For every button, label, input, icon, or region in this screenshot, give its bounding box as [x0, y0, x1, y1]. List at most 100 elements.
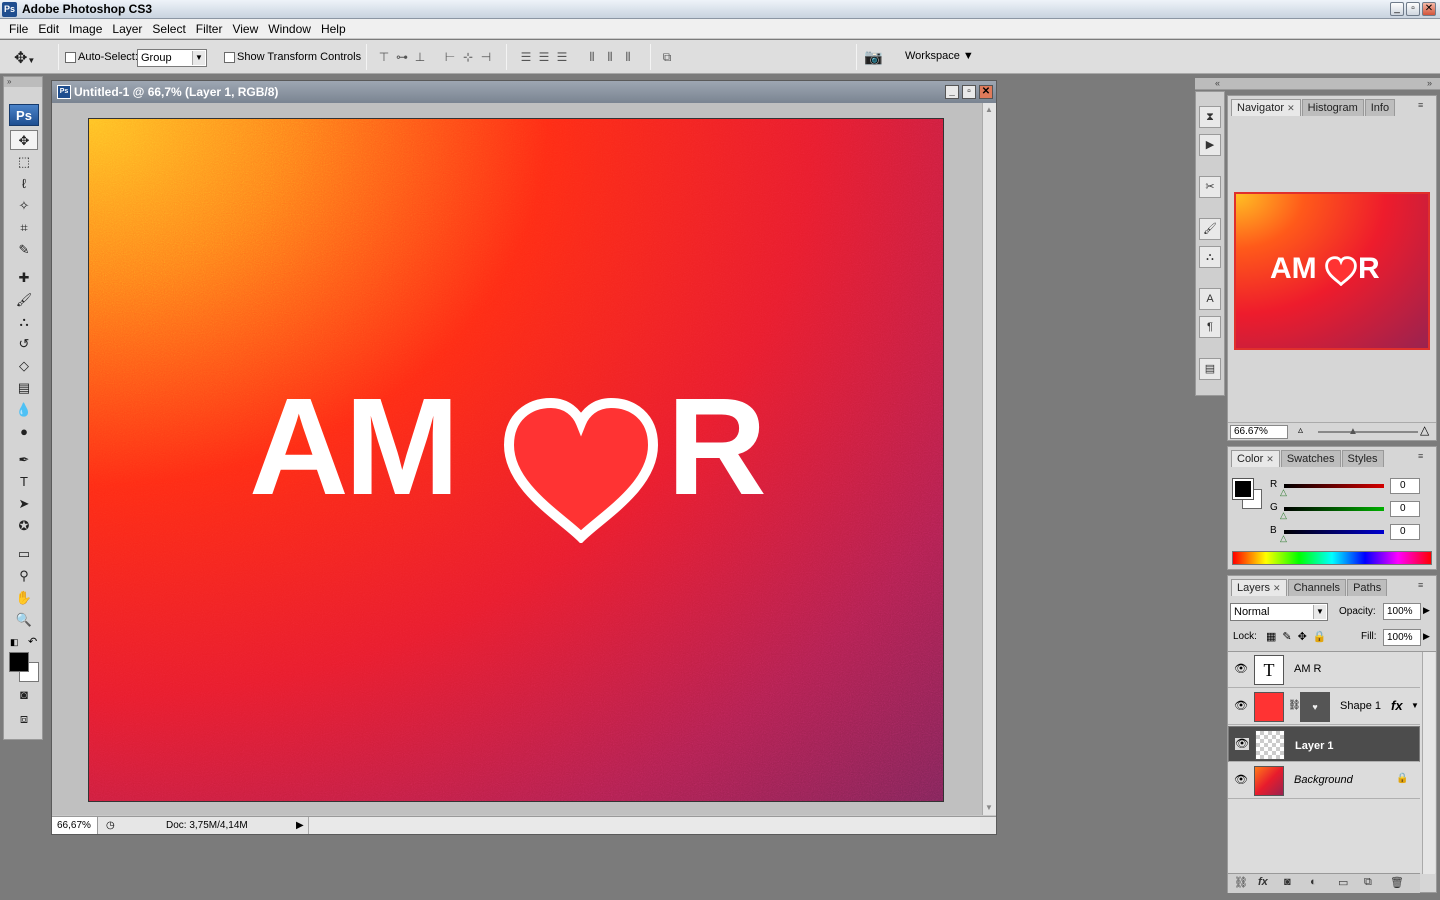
panel-menu-icon[interactable]: ≡	[1418, 580, 1423, 590]
align-hcenter-icon[interactable]: ⊹	[461, 50, 475, 64]
doc-maximize-button[interactable]: ▫	[962, 85, 976, 99]
color-spectrum-bar[interactable]	[1232, 551, 1432, 565]
artwork-canvas[interactable]: AM R	[88, 118, 944, 802]
clone-stamp-tool-icon[interactable]: ⛬	[10, 312, 38, 332]
canvas-area[interactable]: AM R	[52, 103, 982, 815]
tab-channels[interactable]: Channels	[1287, 579, 1347, 596]
close-icon[interactable]: ✕	[1273, 583, 1281, 593]
custom-shape-tool-icon[interactable]: ✪	[10, 516, 38, 536]
auto-select-dropdown[interactable]: Group ▼	[137, 49, 207, 67]
menu-filter[interactable]: Filter	[191, 22, 228, 36]
hand-tool-icon[interactable]: ✋	[10, 588, 38, 608]
lock-icons[interactable]: ▦✎✥🔒	[1266, 630, 1333, 643]
layer-row-shape[interactable]: 👁 ⛓ ♥ Shape 1 fx ▼	[1228, 689, 1420, 725]
slice-tool-icon[interactable]: ✎	[10, 240, 38, 260]
tab-navigator[interactable]: Navigator ✕	[1231, 99, 1301, 116]
menu-edit[interactable]: Edit	[33, 22, 64, 36]
zoom-in-icon[interactable]: △	[1420, 423, 1429, 437]
opacity-arrow-icon[interactable]: ▶	[1423, 605, 1430, 616]
menu-help[interactable]: Help	[316, 22, 351, 36]
close-button[interactable]: ✕	[1422, 2, 1436, 16]
auto-align-layers-icon[interactable]: ⧉	[660, 50, 674, 64]
blur-tool-icon[interactable]: 💧	[10, 400, 38, 420]
navigator-thumbnail[interactable]: AM R	[1234, 192, 1430, 350]
tab-layers[interactable]: Layers ✕	[1231, 579, 1287, 596]
channel-r-slider[interactable]	[1284, 484, 1384, 488]
move-tool-icon[interactable]: ✥	[10, 130, 38, 150]
channel-g-slider[interactable]	[1284, 507, 1384, 511]
tab-info[interactable]: Info	[1364, 99, 1396, 116]
expand-effects-icon[interactable]: ▼	[1411, 701, 1419, 710]
align-top-icon[interactable]: ⊤	[377, 50, 391, 64]
move-tool-preset-icon[interactable]: ✥▼	[14, 48, 35, 68]
align-left-icon[interactable]: ⊢	[443, 50, 457, 64]
new-layer-icon[interactable]: ⧉	[1364, 876, 1372, 889]
menu-file[interactable]: File	[4, 22, 33, 36]
type-tool-icon[interactable]: T	[10, 472, 38, 492]
history-brush-tool-icon[interactable]: ↺	[10, 334, 38, 354]
add-style-icon[interactable]: fx	[1258, 876, 1268, 888]
default-colors-icon[interactable]: ◧	[10, 637, 19, 648]
auto-select-checkbox[interactable]	[65, 52, 76, 63]
bridge-icon[interactable]: 📷	[864, 48, 883, 66]
notes-tool-icon[interactable]: ▭	[10, 544, 38, 564]
zoom-slider[interactable]	[1318, 431, 1418, 433]
tab-styles[interactable]: Styles	[1341, 450, 1384, 467]
distribute-top-icon[interactable]: ☰	[519, 50, 533, 64]
marquee-tool-icon[interactable]: ⬚	[10, 152, 38, 172]
collapse-left-icon[interactable]: «	[1215, 78, 1220, 88]
channel-b-value[interactable]: 0	[1390, 524, 1420, 540]
zoom-out-icon[interactable]: ▵	[1298, 425, 1303, 436]
doc-close-button[interactable]: ✕	[979, 85, 993, 99]
document-title-bar[interactable]: Ps Untitled-1 @ 66,7% (Layer 1, RGB/8) _…	[52, 81, 996, 103]
brushes-panel-icon[interactable]: 🖌	[1199, 218, 1221, 240]
menu-layer[interactable]: Layer	[107, 22, 147, 36]
layer-comps-icon[interactable]: ▤	[1199, 358, 1221, 380]
distribute-right-icon[interactable]: ⦀	[621, 50, 635, 64]
eyedropper-tool-icon[interactable]: ⚲	[10, 566, 38, 586]
actions-panel-icon[interactable]: ▶	[1199, 134, 1221, 156]
menu-select[interactable]: Select	[147, 22, 190, 36]
align-right-icon[interactable]: ⊣	[479, 50, 493, 64]
channel-r-value[interactable]: 0	[1390, 478, 1420, 494]
maximize-button[interactable]: ▫	[1406, 2, 1420, 16]
blend-mode-dropdown[interactable]: Normal ▼	[1230, 603, 1328, 621]
menu-view[interactable]: View	[227, 22, 263, 36]
quick-mask-icon[interactable]: ◙	[10, 685, 38, 705]
close-icon[interactable]: ✕	[1287, 103, 1295, 113]
crop-tool-icon[interactable]: ⌗	[10, 218, 38, 238]
brush-tool-icon[interactable]: 🖌	[10, 290, 38, 310]
distribute-left-icon[interactable]: ⦀	[585, 50, 599, 64]
gradient-tool-icon[interactable]: ▤	[10, 378, 38, 398]
magic-wand-tool-icon[interactable]: ✧	[10, 196, 38, 216]
minimize-button[interactable]: _	[1390, 2, 1404, 16]
channel-b-slider[interactable]	[1284, 530, 1384, 534]
layer-row-layer1[interactable]: 👁 Layer 1	[1228, 726, 1420, 762]
channel-g-value[interactable]: 0	[1390, 501, 1420, 517]
layer-row-background[interactable]: 👁 Background 🔒	[1228, 763, 1420, 799]
clone-source-icon[interactable]: ⛬	[1199, 246, 1221, 268]
opacity-field[interactable]: 100%	[1383, 603, 1421, 620]
add-mask-icon[interactable]: ◙	[1284, 876, 1291, 888]
workspace-menu[interactable]: Workspace ▼	[905, 50, 974, 62]
fill-arrow-icon[interactable]: ▶	[1423, 631, 1430, 642]
link-layers-icon[interactable]: ⛓	[1234, 876, 1248, 889]
healing-brush-tool-icon[interactable]: ✚	[10, 268, 38, 288]
visibility-eye-icon[interactable]: 👁	[1234, 663, 1248, 675]
panel-menu-icon[interactable]: ≡	[1418, 100, 1423, 110]
layers-scrollbar[interactable]	[1422, 652, 1435, 874]
zoom-level-field[interactable]: 66,67%	[52, 817, 98, 834]
vertical-scrollbar[interactable]: ▲ ▼	[982, 103, 996, 815]
scroll-down-icon[interactable]: ▼	[985, 803, 993, 812]
fill-field[interactable]: 100%	[1383, 629, 1421, 646]
paragraph-panel-icon[interactable]: ¶	[1199, 316, 1221, 338]
distribute-bottom-icon[interactable]: ☰	[555, 50, 569, 64]
adjustment-layer-icon[interactable]: ◐	[1310, 876, 1317, 888]
lasso-tool-icon[interactable]: ℓ	[10, 174, 38, 194]
tab-color[interactable]: Color ✕	[1231, 450, 1280, 467]
tool-presets-icon[interactable]: ✂	[1199, 176, 1221, 198]
show-transform-checkbox[interactable]	[224, 52, 235, 63]
tab-swatches[interactable]: Swatches	[1280, 450, 1341, 467]
swap-colors-icon[interactable]: ↶	[28, 635, 37, 648]
align-bottom-icon[interactable]: ⊥	[413, 50, 427, 64]
